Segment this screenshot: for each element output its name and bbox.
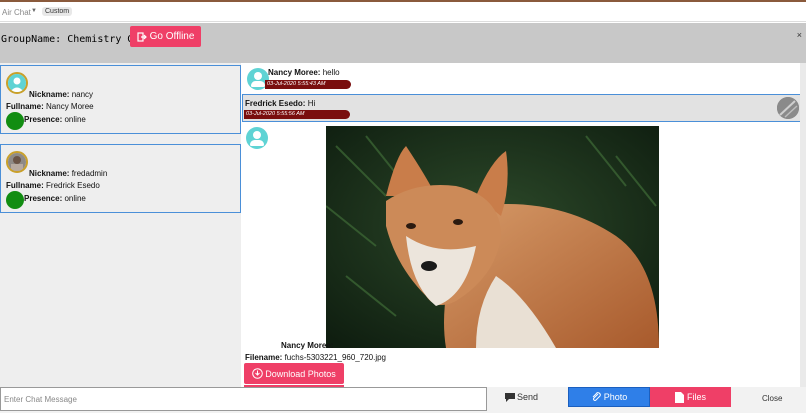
chat-message: Fredrick Esedo: Hi 03-Jul-2020 5:55:56 A… xyxy=(242,94,803,122)
files-label: Files xyxy=(686,392,706,402)
message-timestamp: 03-Jul-2020 5:55:56 AM xyxy=(244,110,350,119)
member-fullname: Fullname: Nancy Moree xyxy=(6,102,94,111)
chat-message-input[interactable] xyxy=(0,387,487,411)
close-icon[interactable]: × xyxy=(797,30,802,40)
member-nickname: Nickname: nancy xyxy=(29,90,94,99)
avatar xyxy=(6,151,28,173)
avatar xyxy=(6,72,28,94)
avatar xyxy=(777,97,799,119)
chat-bubble-icon xyxy=(505,392,515,402)
download-photos-label: Download Photos xyxy=(265,368,336,379)
member-card[interactable]: Nickname: nancy Fullname: Nancy Moree Pr… xyxy=(0,65,241,134)
group-header: GroupName: Chemistry Group Go Offline × xyxy=(0,23,806,63)
photo-filename: Filename: fuchs-5303221_960_720.jpg xyxy=(245,353,386,362)
message-timestamp: 03-Jul-2020 5:55:43 AM xyxy=(265,80,351,89)
send-label: Send xyxy=(517,392,539,402)
files-button[interactable]: Files xyxy=(650,387,731,407)
members-panel: Nickname: nancy Fullname: Nancy Moree Pr… xyxy=(0,63,241,387)
fox-photo xyxy=(326,126,659,348)
member-card[interactable]: Nickname: fredadmin Fullname: Fredrick E… xyxy=(0,144,241,213)
chat-message: Nancy Moree: hello 03-Jul-2020 5:55:43 A… xyxy=(245,66,795,92)
chat-scrollbar[interactable] xyxy=(800,63,806,387)
avatar xyxy=(246,127,268,149)
photo-button[interactable]: Photo xyxy=(568,387,650,407)
go-offline-button[interactable]: Go Offline xyxy=(130,26,201,47)
send-button[interactable]: Send xyxy=(505,392,538,402)
go-offline-label: Go Offline xyxy=(149,31,195,42)
message-body: Fredrick Esedo: Hi xyxy=(245,99,316,108)
chevron-down-icon[interactable]: ▼ xyxy=(31,8,37,14)
paperclip-icon xyxy=(592,392,601,401)
presence-indicator xyxy=(6,112,24,130)
window-topbar: Air Chat ▼ Custom xyxy=(0,0,806,22)
photo-sender: Nancy Moree: xyxy=(281,341,334,350)
logout-icon xyxy=(136,31,147,42)
photo-label: Photo xyxy=(603,392,628,402)
custom-badge[interactable]: Custom xyxy=(42,7,73,16)
chat-messages[interactable]: Nancy Moree: hello 03-Jul-2020 5:55:43 A… xyxy=(241,63,806,387)
app-name[interactable]: Air Chat xyxy=(2,8,31,17)
member-presence: Presence: online xyxy=(24,115,86,124)
member-presence: Presence: online xyxy=(24,194,86,203)
presence-indicator xyxy=(6,191,24,209)
download-icon xyxy=(252,368,264,379)
composer-bar: Send Photo Files Close xyxy=(0,387,806,413)
member-nickname: Nickname: fredadmin xyxy=(29,169,108,178)
member-fullname: Fullname: Fredrick Esedo xyxy=(6,181,100,190)
shared-photo[interactable] xyxy=(326,126,659,348)
message-body: Nancy Moree: hello xyxy=(268,68,340,77)
file-icon xyxy=(674,391,684,403)
close-button[interactable]: Close xyxy=(762,394,782,403)
download-photos-button[interactable]: Download Photos xyxy=(244,363,344,384)
